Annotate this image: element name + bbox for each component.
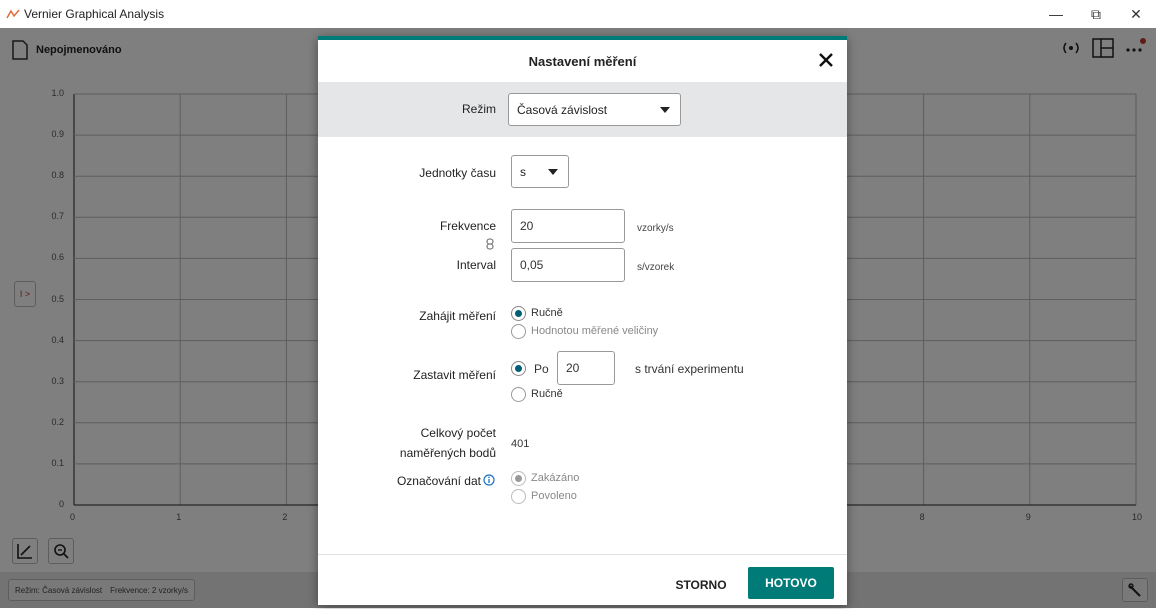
mode-select-value: Časová závislost <box>517 102 608 117</box>
data-tagging-label: Označování dat <box>396 474 481 488</box>
chevron-down-icon <box>660 106 670 113</box>
total-points-label-1: Celkový počet <box>420 426 496 440</box>
stop-after-text: Po <box>534 362 549 376</box>
stop-duration-input[interactable]: 20 <box>557 351 615 385</box>
app-logo-icon <box>6 9 20 19</box>
stop-label: Zastavit měření <box>413 368 496 382</box>
mode-select[interactable]: Časová závislost <box>508 93 681 126</box>
mode-label: Režim <box>461 102 496 116</box>
start-label: Zahájit měření <box>419 309 496 323</box>
interval-input[interactable]: 0,05 <box>511 248 625 282</box>
total-points-label-2: naměřených bodů <box>399 446 496 460</box>
tagging-disabled-radio[interactable] <box>511 471 526 486</box>
interval-unit: s/vzorek <box>637 262 675 273</box>
time-units-value: s <box>520 164 526 179</box>
restore-button[interactable]: ⧉ <box>1076 0 1116 28</box>
dialog-title: Nastavení měření <box>528 53 637 69</box>
start-trigger-text: Hodnotou měřené veličiny <box>531 325 659 337</box>
mode-section: Režim Časová závislost <box>318 82 847 137</box>
time-units-select[interactable]: s <box>511 155 569 188</box>
info-icon[interactable] <box>483 474 495 486</box>
interval-label: Interval <box>456 258 496 272</box>
minimize-button[interactable]: — <box>1036 0 1076 28</box>
tagging-disabled-text: Zakázáno <box>531 472 580 484</box>
total-points-value: 401 <box>511 438 530 450</box>
window-title: Vernier Graphical Analysis <box>24 7 165 21</box>
close-icon[interactable] <box>817 51 835 69</box>
stop-manual-radio[interactable] <box>511 387 526 402</box>
done-button[interactable]: HOTOVO <box>748 567 834 599</box>
rate-unit: vzorky/s <box>637 223 674 234</box>
start-trigger-radio[interactable] <box>511 324 526 339</box>
dialog-header: Nastavení měření <box>318 40 847 82</box>
chevron-down-icon <box>548 168 558 175</box>
stop-duration-suffix: s trvání experimentu <box>635 362 744 376</box>
stop-manual-text: Ručně <box>531 388 563 400</box>
start-manual-text: Ručně <box>531 307 563 319</box>
title-bar: Vernier Graphical Analysis — ⧉ ✕ <box>0 0 1156 28</box>
time-units-label: Jednotky času <box>419 166 496 180</box>
stop-after-radio[interactable] <box>511 361 526 376</box>
cancel-button[interactable]: STORNO <box>666 569 736 601</box>
measurement-settings-dialog: Nastavení měření Režim Časová závislost … <box>318 36 847 605</box>
rate-label: Frekvence <box>439 219 496 233</box>
link-icon[interactable] <box>486 238 494 250</box>
rate-input[interactable]: 20 <box>511 209 625 243</box>
tagging-enabled-radio[interactable] <box>511 489 526 504</box>
dialog-footer: STORNO HOTOVO <box>318 554 847 609</box>
close-window-button[interactable]: ✕ <box>1116 0 1156 28</box>
start-manual-radio[interactable] <box>511 306 526 321</box>
tagging-enabled-text: Povoleno <box>531 490 577 502</box>
